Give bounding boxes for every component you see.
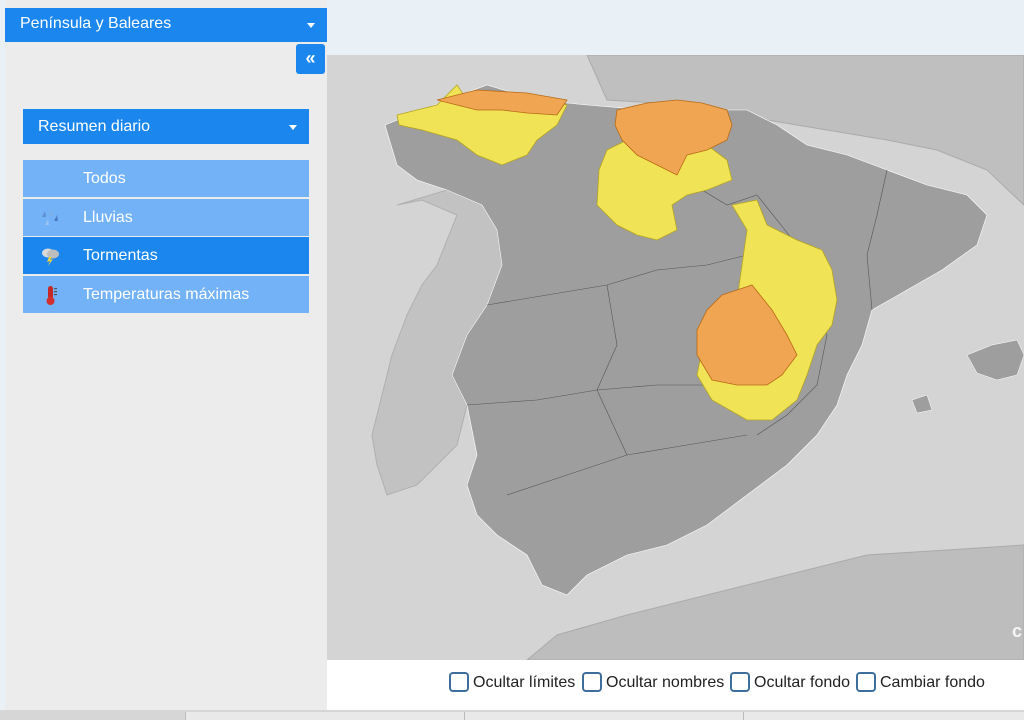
collapse-panel-button[interactable]: « bbox=[296, 44, 325, 74]
menu-item-todos[interactable]: Todos bbox=[23, 160, 309, 197]
menu-item-label: Temperaturas máximas bbox=[83, 285, 250, 303]
phenomenon-list: Todos Lluvias Tormentas Temperaturas máx… bbox=[23, 160, 309, 314]
day-tab[interactable] bbox=[185, 712, 464, 720]
hide-names-label: Ocultar nombres bbox=[606, 674, 725, 691]
region-select[interactable]: Península y Baleares bbox=[5, 8, 327, 42]
warnings-map[interactable]: c bbox=[327, 55, 1024, 660]
baleares-islands bbox=[966, 339, 1024, 381]
map-svg bbox=[371, 55, 1024, 660]
checkbox-icon bbox=[856, 672, 876, 692]
region-select-label: Península y Baleares bbox=[20, 15, 172, 32]
storm-icon bbox=[42, 248, 59, 266]
side-panel: Península y Baleares « Resumen diario To… bbox=[5, 0, 327, 710]
summary-select[interactable]: Resumen diario bbox=[23, 109, 309, 144]
hide-background-checkbox[interactable]: Ocultar fondo bbox=[730, 672, 850, 692]
hide-limits-label: Ocultar límites bbox=[473, 674, 576, 691]
day-tab[interactable] bbox=[743, 712, 1024, 720]
menu-item-label: Tormentas bbox=[83, 247, 158, 264]
menu-item-temperaturas[interactable]: Temperaturas máximas bbox=[23, 275, 309, 313]
caret-down-icon bbox=[289, 125, 297, 130]
menu-item-tormentas[interactable]: Tormentas bbox=[23, 237, 309, 274]
change-background-checkbox[interactable]: Cambiar fondo bbox=[856, 672, 985, 692]
rain-icon bbox=[42, 209, 58, 225]
hide-limits-checkbox[interactable]: Ocultar límites bbox=[449, 672, 575, 692]
map-controls: Ocultar límites Ocultar nombres Ocultar … bbox=[327, 660, 1024, 710]
hide-names-checkbox[interactable]: Ocultar nombres bbox=[582, 672, 724, 692]
logo: c bbox=[1011, 621, 1022, 641]
summary-select-label: Resumen diario bbox=[38, 118, 151, 135]
menu-item-label: Lluvias bbox=[83, 208, 133, 226]
checkbox-icon bbox=[449, 672, 469, 692]
checkbox-icon bbox=[582, 672, 602, 692]
menu-item-label: Todos bbox=[83, 170, 126, 187]
thermometer-icon bbox=[46, 285, 57, 305]
checkbox-icon bbox=[730, 672, 750, 692]
baleares-islands bbox=[911, 394, 933, 414]
caret-down-icon bbox=[307, 23, 315, 28]
hide-background-label: Ocultar fondo bbox=[754, 674, 851, 691]
change-background-label: Cambiar fondo bbox=[880, 674, 985, 691]
day-tab[interactable] bbox=[464, 712, 743, 720]
menu-item-lluvias[interactable]: Lluvias bbox=[23, 198, 309, 236]
